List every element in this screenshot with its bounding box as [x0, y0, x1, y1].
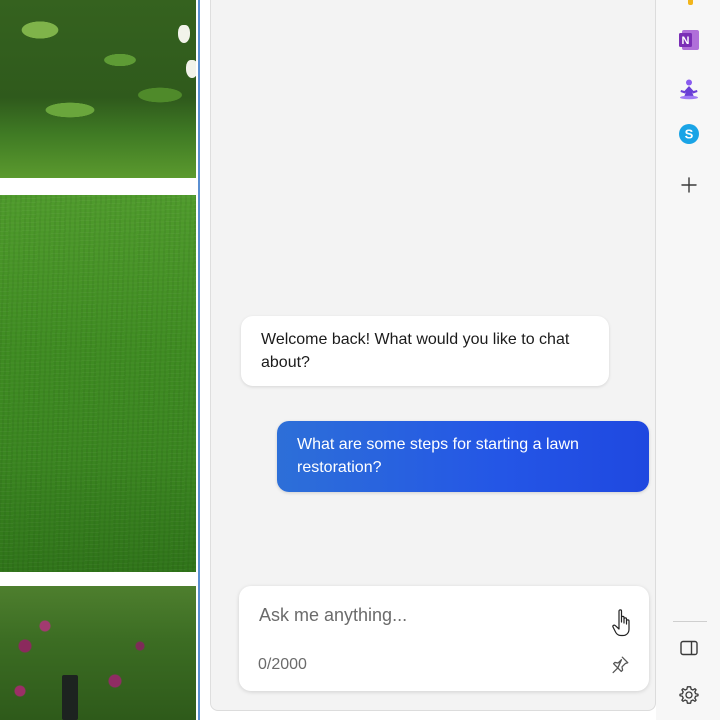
meditation-icon	[680, 79, 698, 100]
skype-icon: S	[679, 124, 699, 144]
meditation-button[interactable]	[677, 77, 701, 101]
gear-icon	[679, 686, 699, 704]
garden-post	[62, 675, 78, 720]
tulip-flower	[186, 60, 196, 78]
onenote-button[interactable]: N	[677, 28, 701, 52]
chat-panel: Welcome back! What would you like to cha…	[210, 0, 656, 711]
add-app-button[interactable]	[677, 173, 701, 197]
tulip-flower	[178, 25, 190, 43]
plants-photo[interactable]	[0, 0, 196, 178]
chat-input[interactable]	[259, 602, 599, 628]
assistant-message-text: Welcome back! What would you like to cha…	[261, 331, 570, 371]
assistant-message: Welcome back! What would you like to cha…	[241, 316, 609, 386]
chat-composer[interactable]: 0/2000	[239, 586, 649, 691]
webpage-content	[0, 0, 198, 720]
lawn-photo[interactable]	[0, 195, 196, 572]
character-counter: 0/2000	[258, 656, 307, 673]
onenote-letter: N	[682, 35, 690, 47]
user-message: What are some steps for starting a lawn …	[277, 421, 649, 492]
skype-button[interactable]: S	[677, 122, 701, 146]
chat-sidebar: Welcome back! What would you like to cha…	[200, 0, 656, 720]
flowers-photo[interactable]	[0, 586, 196, 720]
app-rail: N S	[656, 0, 720, 720]
settings-button[interactable]	[677, 683, 701, 707]
app-icon-partial[interactable]	[688, 0, 693, 5]
onenote-icon: N	[679, 30, 699, 50]
user-message-text: What are some steps for starting a lawn …	[297, 436, 579, 476]
skype-letter: S	[685, 127, 694, 142]
sidebar-panel-icon	[680, 640, 698, 656]
pin-icon[interactable]	[609, 654, 631, 676]
hand-cursor-icon	[612, 609, 630, 637]
rail-separator	[673, 621, 707, 622]
toggle-sidebar-button[interactable]	[677, 636, 701, 660]
add-icon	[681, 177, 697, 193]
